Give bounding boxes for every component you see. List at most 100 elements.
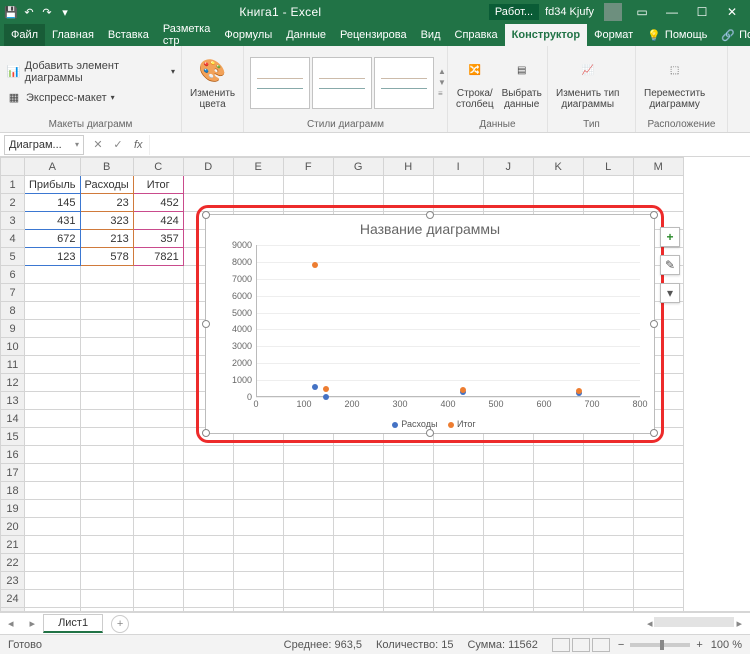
cell[interactable]	[80, 338, 133, 356]
zoom-level[interactable]: 100 %	[711, 639, 742, 651]
cell[interactable]: Итог	[133, 176, 183, 194]
row-header[interactable]: 16	[1, 446, 25, 464]
cell[interactable]	[25, 500, 81, 518]
sheet-nav-next-icon[interactable]: ▸	[22, 617, 44, 630]
cell[interactable]: 7821	[133, 248, 183, 266]
view-normal-button[interactable]	[552, 638, 570, 652]
hscroll-right-icon[interactable]: ▸	[736, 617, 742, 630]
tab-data[interactable]: Данные	[279, 24, 333, 46]
style-thumb-2[interactable]	[312, 57, 372, 109]
cell[interactable]	[533, 500, 583, 518]
cell[interactable]	[133, 572, 183, 590]
cell[interactable]	[133, 464, 183, 482]
cell[interactable]	[383, 176, 433, 194]
cell[interactable]	[333, 536, 383, 554]
cell[interactable]	[80, 482, 133, 500]
cancel-formula-icon[interactable]: ✕	[88, 138, 108, 151]
share-button[interactable]: 🔗Поделиться	[714, 24, 750, 46]
row-header[interactable]: 11	[1, 356, 25, 374]
cell[interactable]	[80, 572, 133, 590]
cell[interactable]	[533, 590, 583, 608]
row-header[interactable]: 4	[1, 230, 25, 248]
cell[interactable]	[133, 392, 183, 410]
accept-formula-icon[interactable]: ✓	[108, 138, 128, 151]
cell[interactable]: 357	[133, 230, 183, 248]
zoom-in-button[interactable]: +	[696, 639, 702, 651]
chart-elements-button[interactable]: +	[660, 227, 680, 247]
data-point[interactable]	[323, 386, 329, 392]
cell[interactable]	[283, 554, 333, 572]
cell[interactable]	[433, 500, 483, 518]
cell[interactable]	[633, 554, 683, 572]
cell[interactable]	[283, 176, 333, 194]
col-header[interactable]: F	[283, 158, 333, 176]
cell[interactable]	[433, 446, 483, 464]
qats-dropdown-icon[interactable]: ▾	[58, 5, 72, 19]
cell[interactable]	[333, 590, 383, 608]
sheet-tab-1[interactable]: Лист1	[43, 614, 103, 633]
cell[interactable]: 431	[25, 212, 81, 230]
cell[interactable]	[25, 284, 81, 302]
cell[interactable]	[233, 590, 283, 608]
cell[interactable]	[533, 464, 583, 482]
cell[interactable]	[583, 482, 633, 500]
cell[interactable]	[433, 464, 483, 482]
row-header[interactable]: 6	[1, 266, 25, 284]
cell[interactable]	[25, 446, 81, 464]
cell[interactable]: 424	[133, 212, 183, 230]
cell[interactable]	[583, 608, 633, 613]
cell[interactable]	[383, 518, 433, 536]
cell[interactable]	[133, 608, 183, 613]
row-header[interactable]: 25	[1, 608, 25, 613]
row-header[interactable]: 22	[1, 554, 25, 572]
cell[interactable]	[233, 176, 283, 194]
row-header[interactable]: 3	[1, 212, 25, 230]
tab-insert[interactable]: Вставка	[101, 24, 156, 46]
cell[interactable]	[80, 536, 133, 554]
cell[interactable]	[133, 590, 183, 608]
tab-design[interactable]: Конструктор	[505, 24, 587, 46]
ribbon-options-icon[interactable]: ▭	[628, 0, 656, 24]
cell[interactable]	[183, 572, 233, 590]
col-header[interactable]: G	[333, 158, 383, 176]
col-header[interactable]: M	[633, 158, 683, 176]
data-point[interactable]	[312, 262, 318, 268]
cell[interactable]	[80, 374, 133, 392]
cell[interactable]	[233, 518, 283, 536]
col-header[interactable]: L	[583, 158, 633, 176]
switch-row-col-button[interactable]: 🔀Строка/ столбец	[454, 54, 496, 112]
cell[interactable]	[80, 518, 133, 536]
cell[interactable]	[533, 608, 583, 613]
cell[interactable]	[133, 428, 183, 446]
cell[interactable]	[25, 338, 81, 356]
cell[interactable]	[433, 572, 483, 590]
fx-icon[interactable]: fx	[128, 139, 149, 151]
zoom-slider[interactable]	[630, 643, 690, 647]
row-header[interactable]: 19	[1, 500, 25, 518]
cell[interactable]	[533, 554, 583, 572]
cell[interactable]	[333, 572, 383, 590]
cell[interactable]	[183, 608, 233, 613]
col-header[interactable]: A	[25, 158, 81, 176]
cell[interactable]	[333, 176, 383, 194]
col-header[interactable]: D	[183, 158, 233, 176]
cell[interactable]	[533, 572, 583, 590]
cell[interactable]	[283, 608, 333, 613]
cell[interactable]	[533, 446, 583, 464]
cell[interactable]	[183, 554, 233, 572]
cell[interactable]	[25, 302, 81, 320]
style-thumb-1[interactable]	[250, 57, 310, 109]
cell[interactable]	[80, 464, 133, 482]
work-badge[interactable]: Работ...	[489, 4, 539, 20]
cell[interactable]	[333, 482, 383, 500]
cell[interactable]	[80, 320, 133, 338]
row-header[interactable]: 14	[1, 410, 25, 428]
cell[interactable]	[483, 572, 533, 590]
cell[interactable]	[183, 482, 233, 500]
gallery-up-icon[interactable]: ▲	[438, 67, 446, 76]
cell[interactable]	[133, 266, 183, 284]
cell[interactable]: Расходы	[80, 176, 133, 194]
cell[interactable]	[283, 446, 333, 464]
cell[interactable]	[133, 518, 183, 536]
cell[interactable]	[80, 410, 133, 428]
